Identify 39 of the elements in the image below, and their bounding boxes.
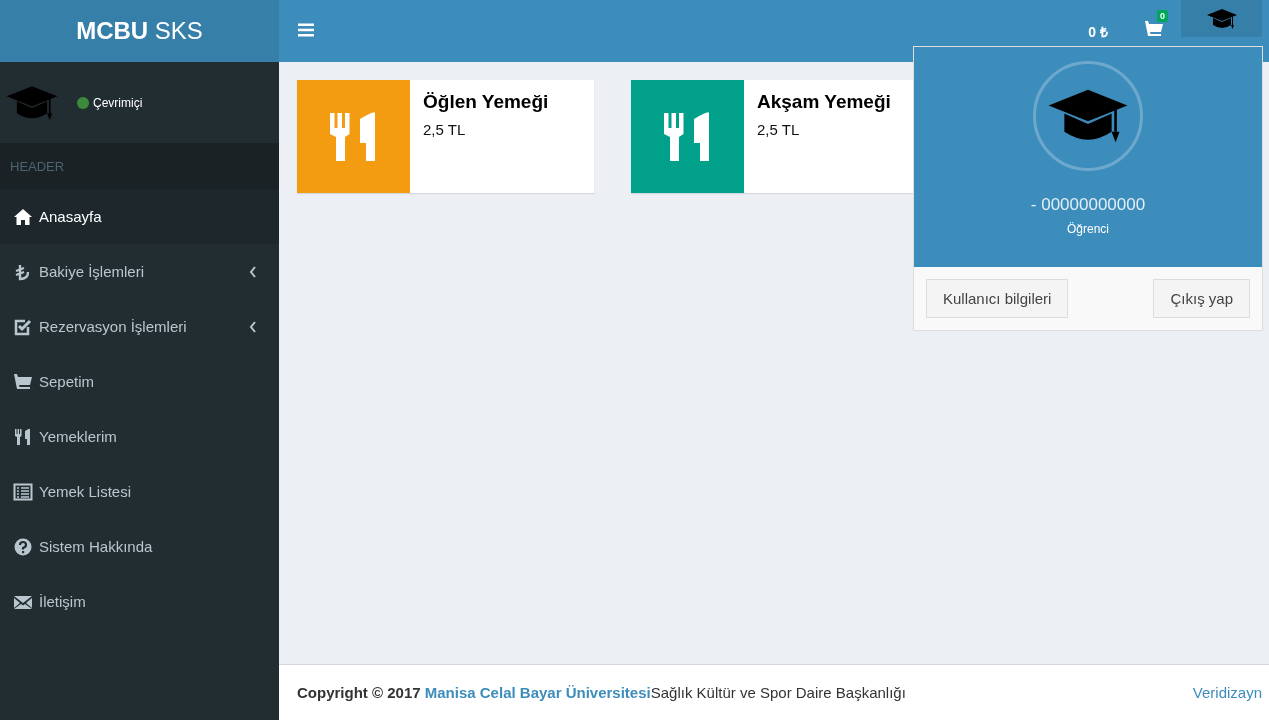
checkbox-icon bbox=[13, 317, 33, 336]
credit-link[interactable]: Veridizayn bbox=[1192, 684, 1262, 701]
menu-icon[interactable] bbox=[298, 23, 314, 37]
sidebar-item[interactable]: Bakiye İşlemleri bbox=[0, 244, 279, 299]
chevron-left-icon bbox=[249, 320, 257, 333]
list-icon bbox=[13, 482, 33, 501]
sidebar-item[interactable]: Sistem Hakkında bbox=[0, 519, 279, 574]
sidebar-item[interactable]: Rezervasyon İşlemleri bbox=[0, 299, 279, 354]
meal-title: Öğlen Yemeği bbox=[423, 91, 549, 113]
logo[interactable]: MCBU SKS bbox=[0, 0, 279, 62]
sidebar-item[interactable]: Sepetim bbox=[0, 354, 279, 409]
user-role: Öğrenci bbox=[1067, 222, 1109, 236]
user-menu-button[interactable] bbox=[1181, 0, 1262, 37]
sidebar-item[interactable]: Yemeklerim bbox=[0, 409, 279, 464]
balance-text[interactable]: 0 ₺ bbox=[1088, 22, 1108, 41]
graduation-cap-icon bbox=[1046, 87, 1130, 145]
help-icon bbox=[13, 537, 33, 556]
sidebar-item[interactable]: İletişim bbox=[0, 574, 279, 629]
cart-icon[interactable] bbox=[1144, 20, 1164, 38]
chevron-left-icon bbox=[249, 265, 257, 278]
meal-title: Akşam Yemeği bbox=[757, 91, 891, 113]
graduation-cap-icon bbox=[1205, 7, 1238, 30]
sidebar-item[interactable]: Yemek Listesi bbox=[0, 464, 279, 519]
cart-icon bbox=[13, 372, 33, 391]
copyright-text: Copyright © 2017 Manisa Celal Bayar ÜniversitesiSağlık Kültür ve Spor Daire Başkanlığı bbox=[297, 684, 906, 701]
cutlery-icon bbox=[13, 427, 33, 446]
meal-price: 2,5 TL bbox=[423, 121, 467, 138]
graduation-cap-avatar-icon bbox=[5, 83, 59, 122]
university-link[interactable]: Manisa Celal Bayar Üniversitesi bbox=[424, 684, 651, 701]
online-status: Çevrimiçi bbox=[93, 95, 143, 110]
home-icon bbox=[13, 207, 33, 226]
dropdown-button[interactable]: Çıkış yap bbox=[1153, 279, 1250, 318]
menu-header: HEADER bbox=[10, 158, 65, 174]
sidebar-item[interactable]: Anasayfa bbox=[0, 189, 279, 244]
dropdown-button[interactable]: Kullanıcı bilgileri bbox=[926, 279, 1069, 318]
user-id: - 00000000000 bbox=[1030, 195, 1146, 215]
meal-card[interactable]: Öğlen Yemeği 2,5 TL bbox=[297, 80, 594, 193]
meal-price: 2,5 TL bbox=[757, 121, 801, 138]
cart-count-badge: 0 bbox=[1157, 10, 1168, 22]
